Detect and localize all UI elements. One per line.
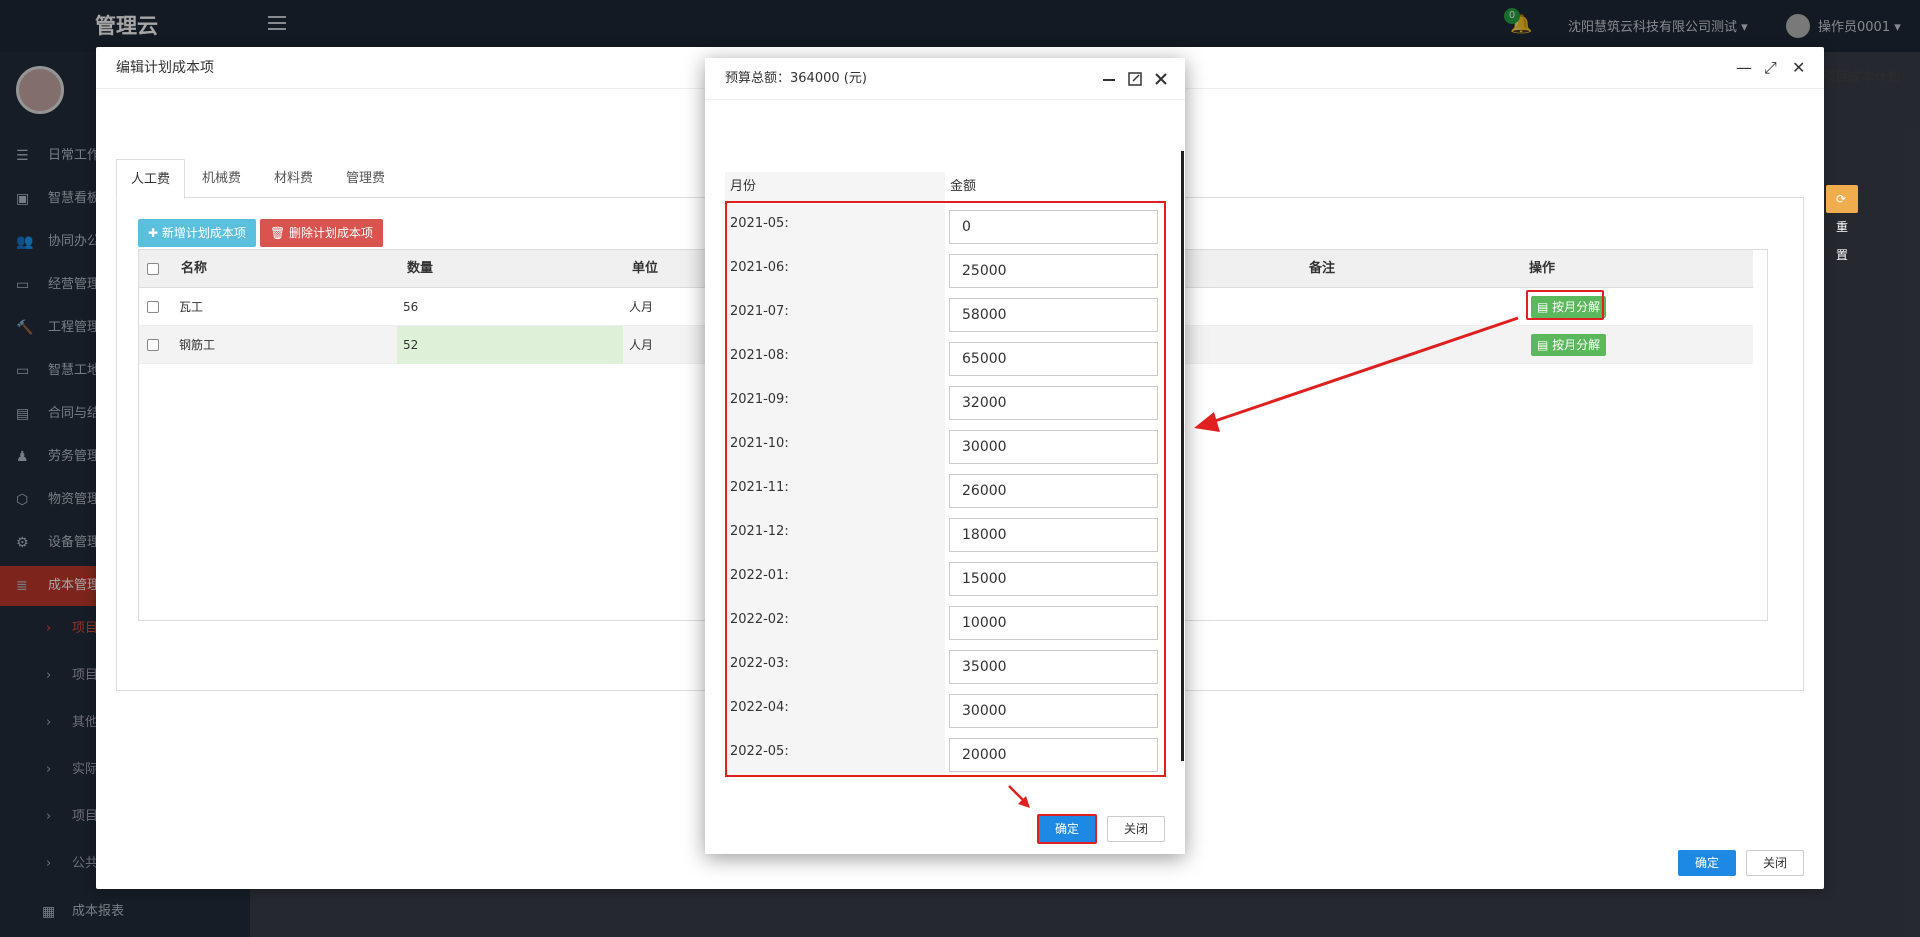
budget-total-title: 预算总额：364000 (元) bbox=[725, 71, 867, 86]
cell-qty[interactable]: 56 bbox=[403, 288, 418, 326]
modal-confirm-button[interactable]: 确定 bbox=[1037, 814, 1097, 844]
split-by-month-button[interactable]: ▤ 按月分解 bbox=[1531, 334, 1607, 356]
add-cost-item-button[interactable]: ✚ 新增计划成本项 bbox=[138, 219, 256, 247]
close-icon[interactable] bbox=[1152, 70, 1170, 88]
month-table-header: 月份 金额 bbox=[725, 172, 1165, 202]
maximize-icon[interactable]: ⤢ bbox=[1764, 47, 1777, 89]
select-all-checkbox[interactable] bbox=[147, 263, 159, 275]
col-qty: 数量 bbox=[407, 261, 434, 276]
col-remark: 备注 bbox=[1309, 261, 1336, 276]
cell-unit: 人月 bbox=[629, 300, 654, 314]
col-name: 名称 bbox=[181, 261, 208, 276]
col-action: 操作 bbox=[1529, 261, 1556, 276]
tab-machinery[interactable]: 机械费 bbox=[188, 159, 255, 199]
tab-management[interactable]: 管理费 bbox=[332, 159, 399, 199]
dialog-close-button[interactable]: 关闭 bbox=[1746, 850, 1804, 876]
close-icon[interactable]: ✕ bbox=[1792, 47, 1805, 89]
minimize-icon[interactable]: — bbox=[1736, 47, 1752, 89]
refresh-icon: ⟳ bbox=[1836, 192, 1847, 206]
col-amount: 金额 bbox=[950, 179, 977, 194]
maximize-icon[interactable] bbox=[1126, 70, 1144, 88]
modal-close-button[interactable]: 关闭 bbox=[1107, 816, 1165, 842]
cell-name: 瓦工 bbox=[179, 300, 204, 314]
month-rows-highlight bbox=[725, 201, 1166, 777]
delete-cost-item-button[interactable]: 🗑 删除计划成本项 bbox=[260, 219, 384, 247]
cell-qty[interactable]: 52 bbox=[403, 326, 418, 364]
cell-name: 钢筋工 bbox=[179, 338, 216, 352]
row-checkbox[interactable] bbox=[147, 301, 159, 313]
qty-cell-highlight bbox=[397, 326, 623, 364]
dialog-confirm-button[interactable]: 确定 bbox=[1678, 850, 1736, 876]
tab-labor[interactable]: 人工费 bbox=[116, 159, 186, 199]
dialog-title: 编辑计划成本项 bbox=[116, 60, 214, 76]
split-button-highlight bbox=[1526, 290, 1604, 320]
minimize-icon[interactable] bbox=[1100, 70, 1118, 88]
tab-materials[interactable]: 材料费 bbox=[260, 159, 327, 199]
row-checkbox[interactable] bbox=[147, 339, 159, 351]
col-month: 月份 bbox=[725, 172, 945, 202]
col-unit: 单位 bbox=[632, 261, 659, 276]
document-icon: ▤ bbox=[1537, 338, 1553, 352]
reset-button[interactable]: ⟳ 重置 bbox=[1826, 185, 1859, 262]
cell-unit: 人月 bbox=[629, 338, 654, 352]
modal-scrollbar[interactable] bbox=[1181, 151, 1184, 761]
